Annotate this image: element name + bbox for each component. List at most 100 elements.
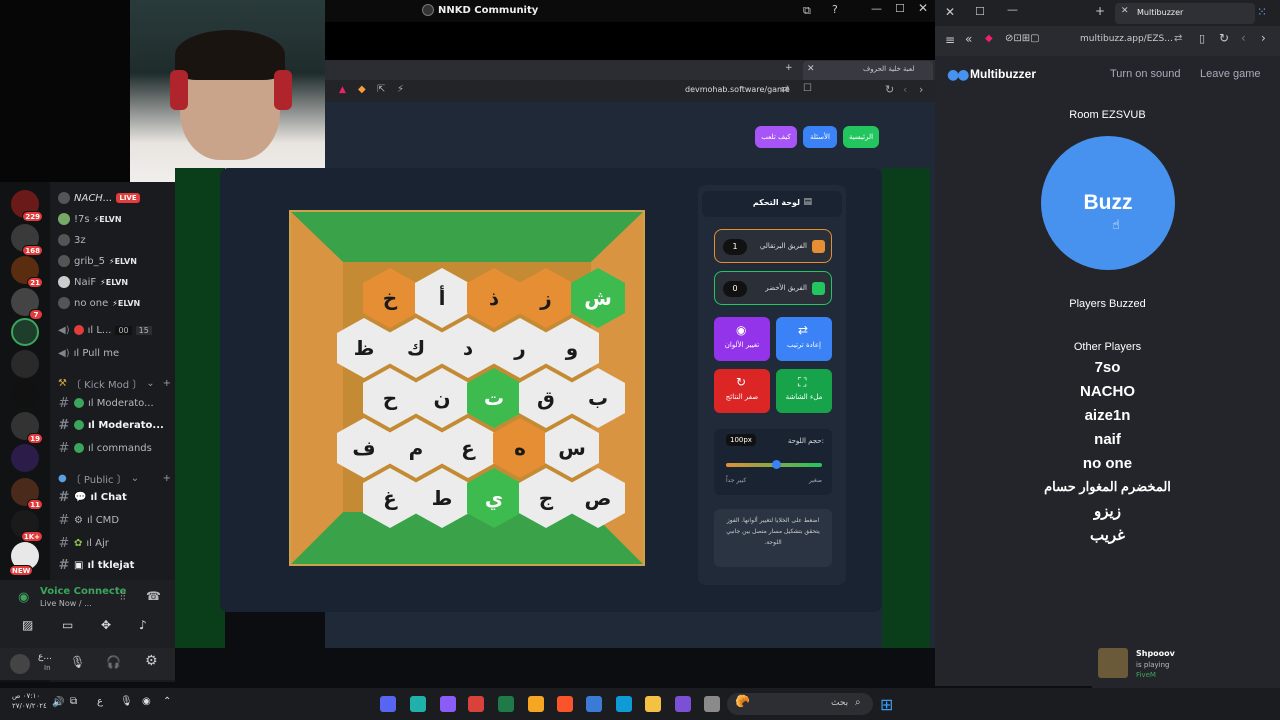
server-icon[interactable]: 19 (11, 412, 43, 444)
back-icon[interactable]: ‹ (903, 83, 907, 96)
server-icon[interactable]: 21 (11, 256, 43, 288)
brand-name[interactable]: Multibuzzer (970, 67, 1036, 81)
chevron-up-icon[interactable]: ⌃ (163, 696, 171, 707)
server-icon[interactable]: 168 (11, 224, 43, 256)
brave-shield-icon[interactable]: ▲ (339, 85, 346, 95)
slider-thumb[interactable] (771, 460, 781, 469)
app-taskbar-icon[interactable] (410, 696, 426, 712)
browser-tab[interactable]: ✕ لعبة خلية الحروف (803, 61, 933, 80)
brave-lion-icon[interactable]: ◆ (358, 84, 366, 95)
how-to-play-button[interactable]: كيف تلعب (755, 126, 797, 148)
share-icon[interactable]: ⇱ (377, 84, 385, 95)
server-icon[interactable]: NEW (9, 542, 39, 576)
change-colors-button[interactable]: ◉ تغيير الألوان (714, 317, 770, 361)
browser-tab[interactable]: ✕ Multibuzzer (1115, 3, 1255, 24)
leave-game-link[interactable]: Leave game (1200, 68, 1261, 80)
server-icon[interactable] (11, 350, 39, 378)
category-public[interactable]: ● 〔 Public 〕 ⌄ + (58, 468, 171, 488)
extension-icons[interactable]: ⊘⊡⊞▢ (1005, 33, 1040, 44)
server-icon[interactable]: 11 (11, 478, 43, 510)
app-taskbar-icon[interactable] (675, 696, 691, 712)
close-tab-icon[interactable]: ✕ (1121, 6, 1129, 16)
disconnect-icon[interactable]: ☎ (146, 589, 161, 603)
tune-icon[interactable]: ⇄ (1174, 33, 1182, 44)
screen-share-icon[interactable]: ▭ (62, 618, 73, 632)
text-channel[interactable]: # ıl Moderato... (58, 393, 171, 413)
member-row[interactable]: no one ⚡ELVN (58, 293, 171, 313)
member-row[interactable]: !7s ⚡ELVN (58, 209, 171, 229)
store-taskbar-icon[interactable] (586, 696, 602, 712)
settings-gear-icon[interactable]: ⚙ (145, 653, 158, 669)
member-row[interactable]: grib_5 ⚡ELVN (58, 251, 171, 271)
menu-icon[interactable]: ≡ (945, 33, 955, 47)
close-icon[interactable]: ✕ (945, 5, 955, 19)
soundboard-icon[interactable]: ♪ (139, 618, 147, 632)
tune-icon[interactable]: ⇄ (781, 84, 789, 95)
text-channel[interactable]: # ıl commands (58, 438, 171, 458)
windows-start-icon[interactable]: ⊞ (880, 695, 893, 714)
server-icon[interactable]: 229 (11, 190, 43, 222)
url-text[interactable]: multibuzz.app/EZS... (1080, 34, 1173, 44)
bookmark-icon[interactable]: ▯ (1199, 32, 1205, 45)
wand-icon[interactable]: ⚡ (397, 84, 404, 95)
buzz-button[interactable]: Buzz (1041, 136, 1175, 270)
brave-shield-icon[interactable]: ◆ (985, 33, 993, 44)
noise-suppression-icon[interactable]: ⫶⫶ (120, 590, 126, 604)
language-indicator[interactable]: ع (97, 696, 103, 707)
close-icon[interactable]: ✕ (918, 1, 928, 15)
reorder-button[interactable]: ⇄ إعادة ترتيب (776, 317, 832, 361)
clock-time[interactable]: ٠٧:١٠ ص (12, 692, 40, 701)
member-row[interactable]: NACH... LIVE (58, 188, 171, 208)
category-kick-mod[interactable]: ⚒ 〔 Kick Mod 〕 ⌄ + (58, 373, 171, 393)
avatar[interactable] (10, 654, 30, 674)
microphone-icon[interactable]: 🎙 (70, 655, 85, 669)
voice-channel[interactable]: ◀) ıl Pull me (58, 343, 171, 363)
home-button[interactable]: الرئيسية (843, 126, 879, 148)
activities-icon[interactable]: ✥ (101, 618, 111, 632)
new-tab-icon[interactable]: + (1095, 4, 1105, 18)
close-tab-icon[interactable]: ✕ (807, 64, 815, 74)
minimize-icon[interactable]: — (871, 2, 882, 15)
taskbar-search[interactable]: 🥐 بحث ⌕ (727, 693, 873, 715)
brave-taskbar-icon[interactable] (557, 696, 573, 712)
server-icon[interactable] (11, 444, 39, 472)
minimize-icon[interactable]: — (1007, 3, 1018, 16)
questions-button[interactable]: الأسئلة (803, 126, 837, 148)
maximize-icon[interactable]: ☐ (975, 5, 985, 18)
server-icon[interactable]: 7 (11, 288, 43, 320)
headphones-icon[interactable]: 🎧 (106, 655, 121, 669)
obs-taskbar-icon[interactable] (440, 696, 456, 712)
forward-icon[interactable]: › (1261, 31, 1266, 45)
url-text[interactable]: devmohab.software/game (685, 85, 790, 94)
video-off-icon[interactable]: ▨ (22, 618, 33, 632)
network-icon[interactable]: ⧉ (70, 696, 77, 707)
apps-grid-icon[interactable]: ⁙ (1257, 5, 1267, 19)
forward-icon[interactable]: › (919, 83, 923, 96)
activity-notification[interactable]: Shpooov is playing FiveM (1092, 642, 1280, 688)
excel-taskbar-icon[interactable] (498, 696, 514, 712)
text-channel[interactable]: # ıl Moderato... (58, 415, 171, 435)
volume-icon[interactable]: 🔊 (52, 697, 64, 708)
text-channel[interactable]: # ▣ ıl tklejat (58, 555, 171, 575)
text-channel[interactable]: # ✿ ıl Ajr (58, 533, 171, 553)
turn-on-sound-link[interactable]: Turn on sound (1110, 68, 1181, 80)
voice-channel-name[interactable]: Live Now / ... (40, 599, 92, 608)
server-icon[interactable] (11, 380, 39, 408)
reload-icon[interactable]: ↻ (885, 83, 894, 96)
bookmark-icon[interactable]: ☐ (803, 83, 812, 94)
text-channel[interactable]: # ⚙ ıl CMD (58, 510, 171, 530)
server-icon[interactable]: 1K+ (11, 510, 43, 542)
new-tab-icon[interactable]: + (785, 63, 793, 73)
clock-date[interactable]: ٢٧/٠٧/٢٠٢٤ (12, 702, 47, 710)
add-channel-icon[interactable]: + (163, 473, 171, 484)
member-row[interactable]: NaiF ⚡ELVN (58, 272, 171, 292)
mic-icon[interactable]: 🎙 (120, 696, 133, 707)
discord-taskbar-icon[interactable] (380, 696, 396, 712)
file-explorer-taskbar-icon[interactable] (645, 696, 661, 712)
voice-channel[interactable]: ◀) ıl L... 00 15 (58, 320, 171, 340)
help-icon[interactable]: ? (832, 3, 838, 16)
edge-taskbar-icon[interactable] (616, 696, 632, 712)
tray-app-icon[interactable]: ◉ (142, 696, 151, 707)
double-chevron-left-icon[interactable]: « (965, 32, 972, 46)
text-channel[interactable]: # 💬 ıl Chat (58, 487, 171, 507)
